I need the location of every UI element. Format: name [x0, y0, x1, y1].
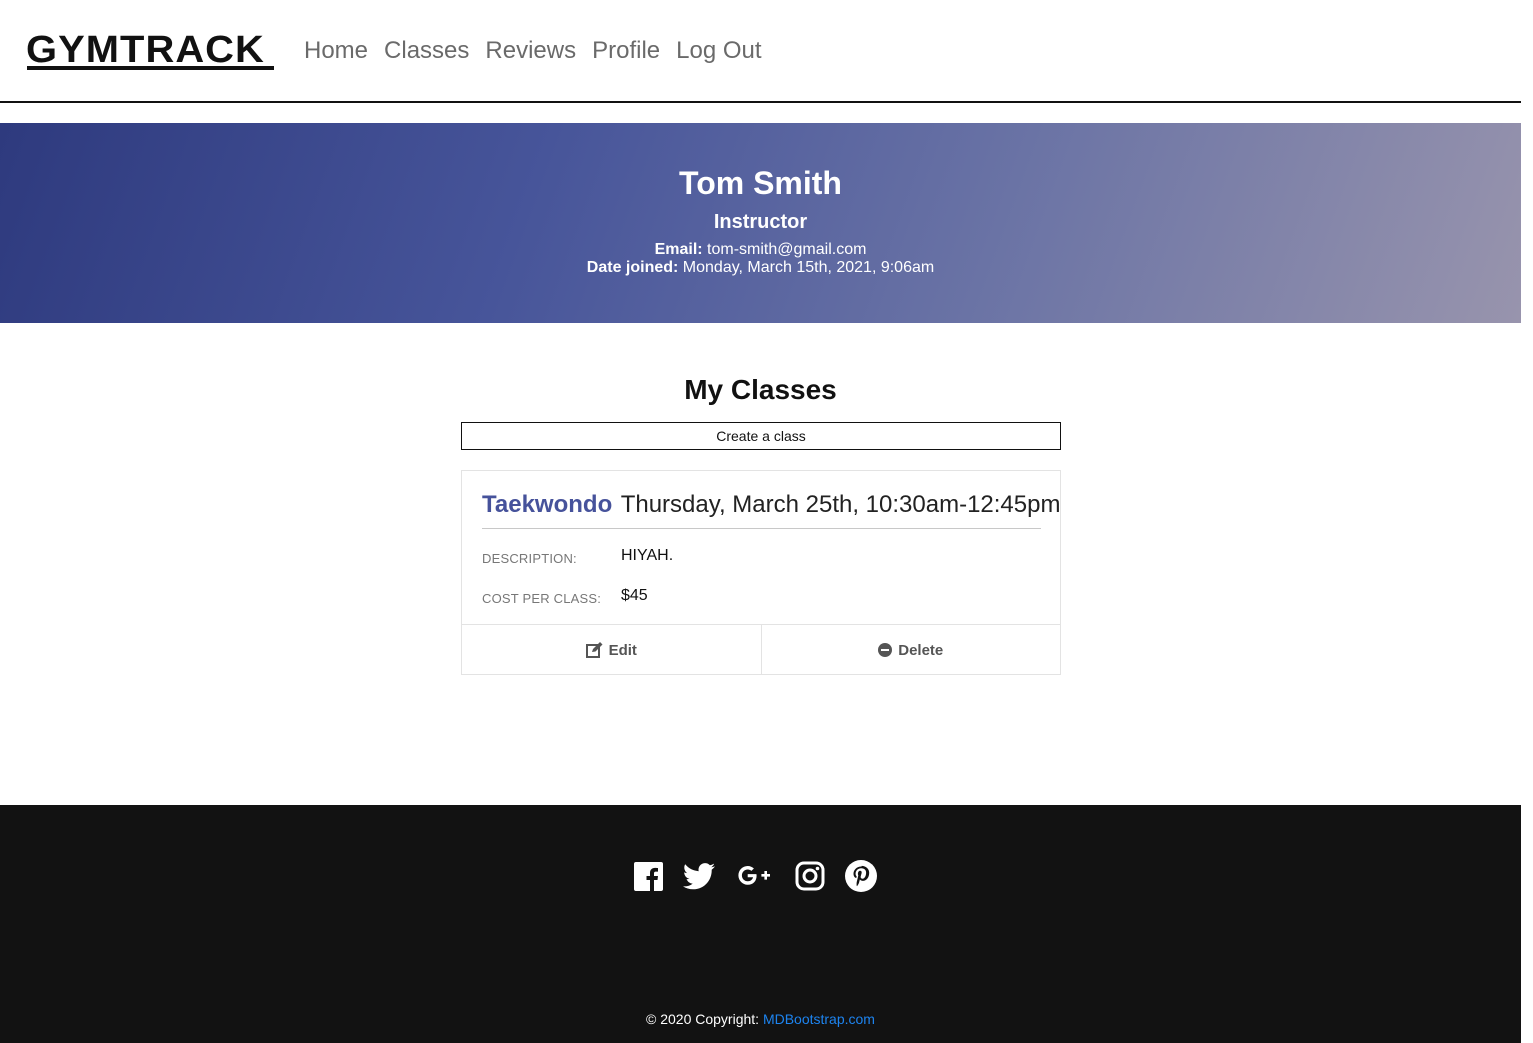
profile-email-line: Email: tom-smith@gmail.com: [0, 241, 1521, 259]
minus-circle-icon: [878, 643, 893, 657]
footer: © 2020 Copyright: MDBootstrap.com: [0, 805, 1521, 1043]
brand-logo[interactable]: GYMTRACK: [26, 30, 265, 70]
class-card-header: Taekwondo Thursday, March 25th, 10:30am-…: [482, 489, 1060, 529]
email-value: tom-smith@gmail.com: [707, 241, 867, 258]
nav-link-reviews[interactable]: Reviews: [485, 36, 576, 66]
pinterest-icon[interactable]: [845, 860, 877, 892]
nav-links: Home Classes Reviews Profile Log Out: [304, 36, 778, 66]
cost-label: Cost per class:: [482, 591, 602, 606]
class-time: Thursday, March 25th, 10:30am-12:45pm: [620, 491, 1061, 518]
description-label: Description:: [482, 551, 577, 566]
joined-value: Monday, March 15th, 2021, 9:06am: [682, 259, 935, 276]
facebook-icon[interactable]: [634, 861, 663, 891]
joined-label: Date joined:: [586, 259, 679, 276]
create-class-button[interactable]: Create a class: [461, 422, 1061, 450]
copyright-link[interactable]: MDBootstrap.com: [763, 1011, 875, 1027]
copyright-text: © 2020 Copyright:: [646, 1011, 760, 1027]
cost-value: $45: [621, 587, 648, 604]
social-links: [634, 860, 877, 892]
class-name: Taekwondo: [482, 491, 613, 518]
class-card: Taekwondo Thursday, March 25th, 10:30am-…: [461, 470, 1061, 675]
delete-label: Delete: [898, 641, 944, 659]
edit-label: Edit: [608, 641, 637, 659]
profile-joined-line: Date joined: Monday, March 15th, 2021, 9…: [0, 259, 1521, 277]
email-label: Email:: [654, 241, 703, 258]
nav-link-home[interactable]: Home: [304, 36, 368, 66]
profile-hero: Tom Smith Instructor Email: tom-smith@gm…: [0, 123, 1521, 323]
edit-class-button[interactable]: Edit: [462, 625, 761, 675]
description-value: HIYAH.: [621, 547, 674, 564]
edit-icon: [585, 642, 603, 658]
profile-role: Instructor: [713, 211, 808, 233]
delete-class-button[interactable]: Delete: [760, 625, 1061, 675]
my-classes-title: My Classes: [684, 374, 837, 405]
instagram-icon[interactable]: [795, 861, 825, 891]
nav-link-profile[interactable]: Profile: [592, 36, 660, 66]
profile-name: Tom Smith: [679, 165, 842, 201]
nav-link-logout[interactable]: Log Out: [676, 36, 761, 66]
copyright: © 2020 Copyright: MDBootstrap.com: [0, 1011, 1521, 1027]
google-plus-icon[interactable]: [735, 863, 775, 889]
logo-underline: [27, 66, 274, 70]
twitter-icon[interactable]: [683, 862, 715, 890]
class-card-actions: Edit Delete: [462, 624, 1060, 675]
nav-link-classes[interactable]: Classes: [384, 36, 469, 66]
navbar: GYMTRACK Home Classes Reviews Profile Lo…: [0, 0, 1521, 103]
page: GYMTRACK Home Classes Reviews Profile Lo…: [0, 0, 1521, 1043]
